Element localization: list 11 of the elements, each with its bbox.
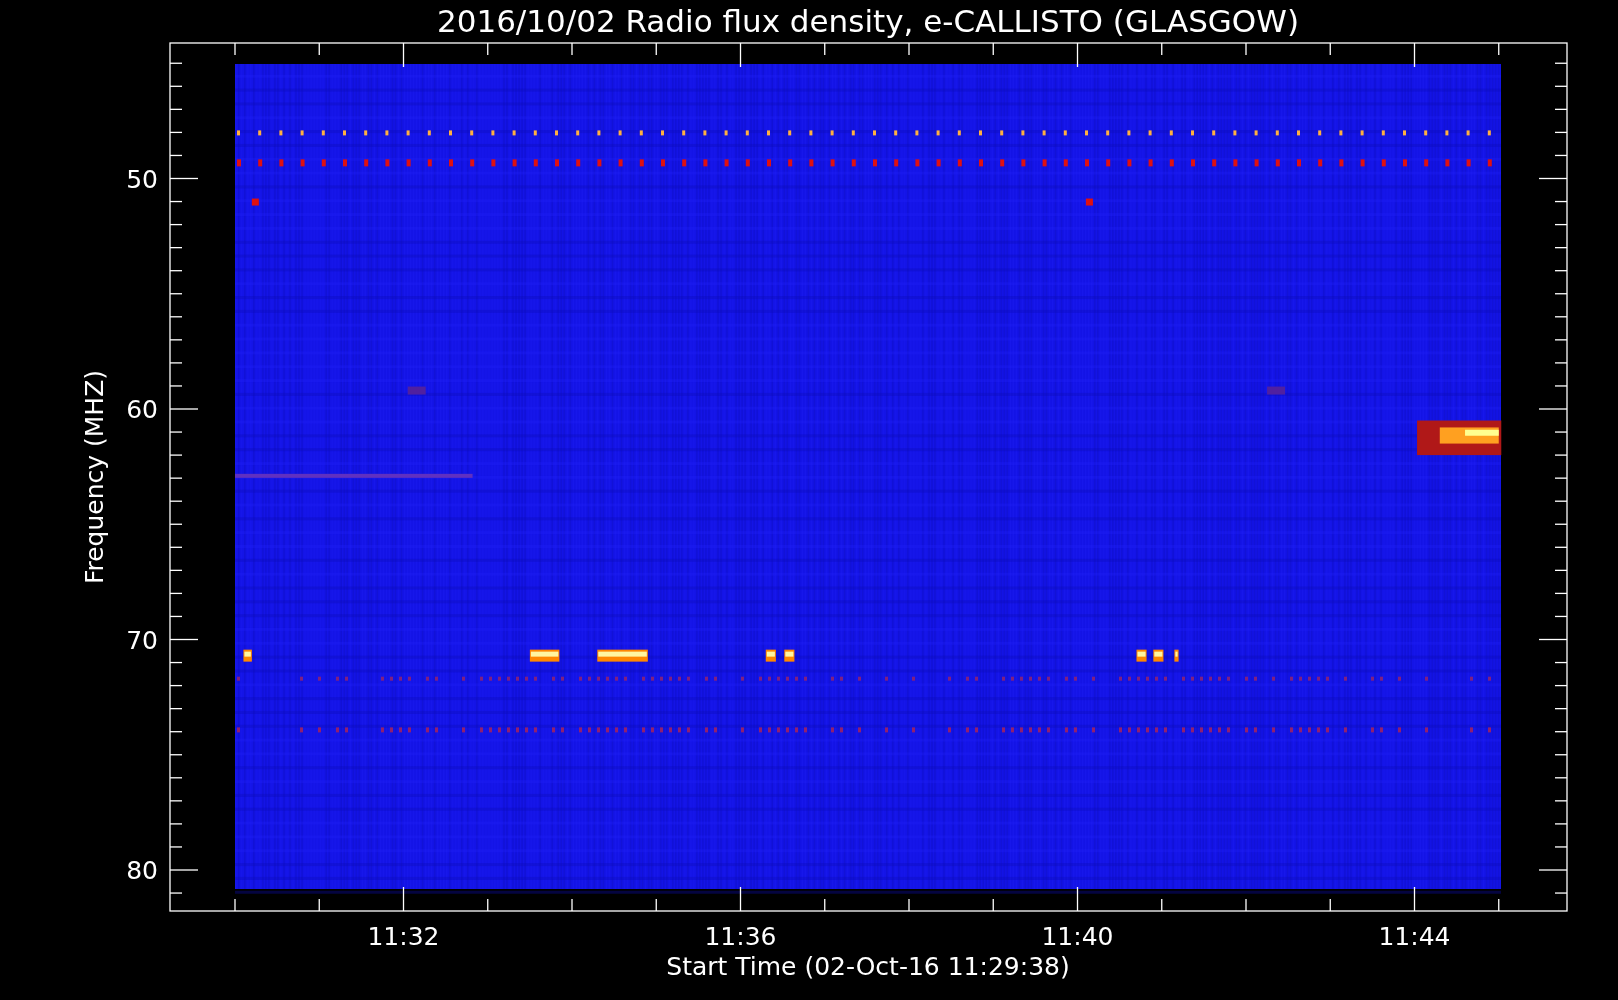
y-axis-label: Frequency (MHZ) (80, 369, 109, 585)
x-tick-label: 11:36 (704, 922, 777, 951)
y-tick-label: 80 (126, 856, 158, 885)
y-tick-label: 70 (126, 625, 158, 655)
x-tick-label: 11:44 (1378, 922, 1451, 951)
chart-title: 2016/10/02 Radio flux density, e-CALLISTO (GLASGOW) (436, 3, 1300, 39)
y-tick-label: 60 (126, 395, 158, 424)
x-axis-label: Start Time (02-Oct-16 11:29:38) (666, 952, 1070, 981)
x-tick-label: 11:32 (367, 922, 440, 951)
x-tick-label: 11:40 (1041, 922, 1114, 951)
y-tick-label: 50 (126, 164, 158, 194)
